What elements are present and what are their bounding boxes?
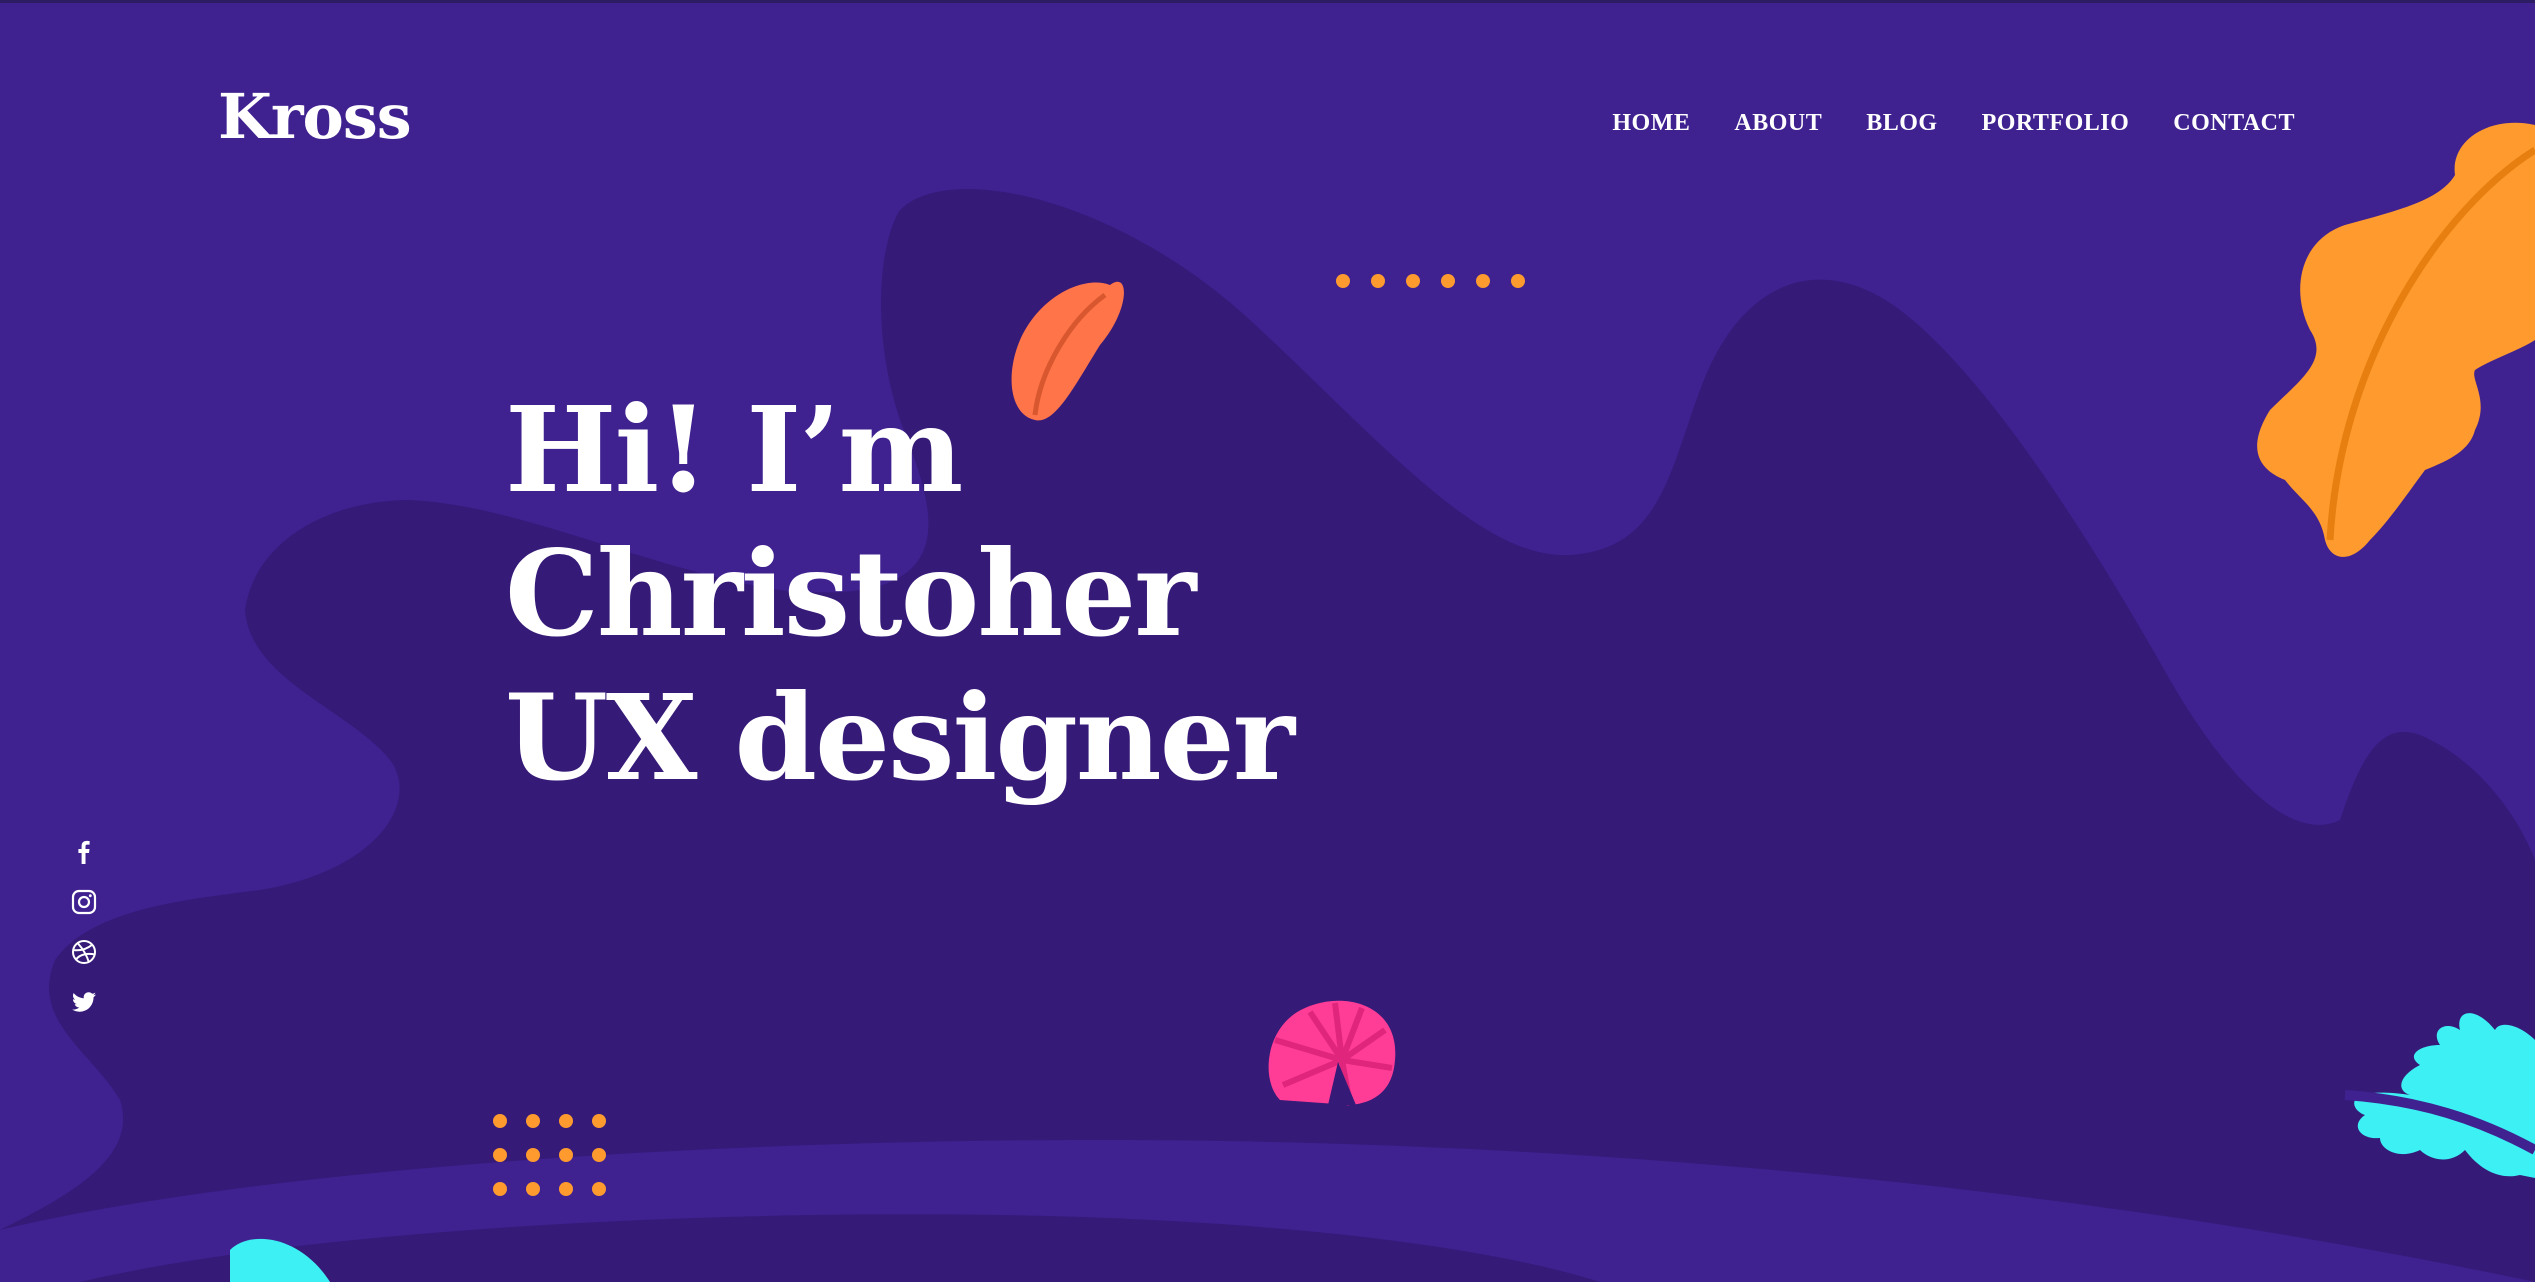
nav-item-portfolio[interactable]: PORTFOLIO: [1982, 110, 2130, 137]
logo[interactable]: Kross: [218, 80, 412, 153]
facebook-link[interactable]: [70, 838, 98, 866]
nav-item-blog[interactable]: BLOG: [1866, 110, 1937, 137]
orange-leaf: [2257, 122, 2535, 557]
dribbble-icon: [72, 940, 96, 964]
nav-item-home[interactable]: HOME: [1612, 110, 1690, 137]
instagram-link[interactable]: [70, 888, 98, 916]
hero-line-name: Christoher: [505, 524, 1196, 663]
hero-section: Kross HOME ABOUT BLOG PORTFOLIO CONTACT …: [0, 0, 2535, 1282]
hero-line-role: UX designer: [505, 668, 1295, 807]
main-nav: HOME ABOUT BLOG PORTFOLIO CONTACT: [1612, 110, 2295, 137]
twitter-icon: [72, 992, 96, 1012]
instagram-icon: [71, 889, 97, 915]
hero-heading: Hi! I’m Christoher UX designer: [505, 378, 1295, 810]
twitter-link[interactable]: [70, 988, 98, 1016]
facebook-icon: [78, 840, 90, 864]
nav-item-contact[interactable]: CONTACT: [2173, 110, 2295, 137]
social-links: [70, 838, 98, 1016]
dribbble-link[interactable]: [70, 938, 98, 966]
dots-row: [1336, 274, 1525, 288]
hero-line-greeting: Hi! I’m: [505, 380, 963, 519]
nav-item-about[interactable]: ABOUT: [1734, 110, 1822, 137]
